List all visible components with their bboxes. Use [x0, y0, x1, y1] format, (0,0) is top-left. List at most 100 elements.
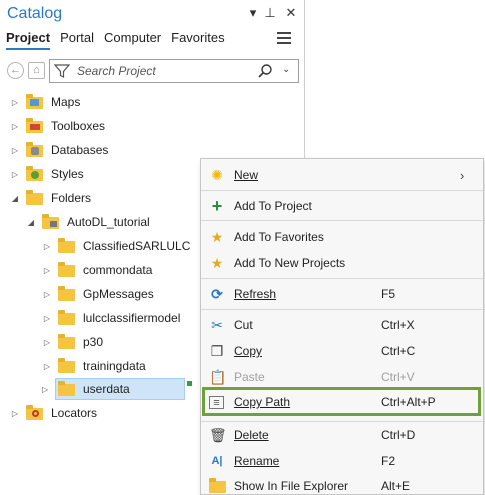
folder-icon [26, 190, 43, 205]
menu-item-cut[interactable]: ✂ Cut Ctrl+X [201, 313, 483, 337]
menu-item-show-in-file-explorer[interactable]: Show In File Explorer Alt+E [201, 474, 483, 495]
menu-item-label: Add To New Projects [234, 256, 346, 270]
tree-item-trainingdata[interactable]: ▷ trainingdata [42, 355, 146, 377]
expand-arrow-icon[interactable]: ▷ [10, 146, 20, 155]
menu-item-add-to-project[interactable]: + Add To Project [201, 194, 483, 218]
styles-folder-icon [26, 166, 43, 181]
menu-item-copy-path[interactable]: ≡ Copy Path Ctrl+Alt+P [201, 390, 483, 414]
tab-portal[interactable]: Portal [60, 30, 94, 50]
menu-separator [201, 421, 483, 422]
menu-item-refresh[interactable]: ⟳ Refresh F5 [201, 282, 483, 306]
expand-arrow-icon[interactable]: ▷ [42, 242, 52, 251]
home-folder-icon [42, 214, 59, 229]
tree-item-maps[interactable]: ▷ Maps [10, 91, 80, 113]
collapse-arrow-icon[interactable]: ◢ [10, 194, 20, 203]
menu-item-shortcut: Alt+E [381, 479, 411, 493]
copy-path-icon: ≡ [209, 396, 224, 409]
locators-folder-icon [26, 405, 43, 420]
paste-icon: 📋 [209, 369, 227, 385]
tree-arrow-holder: ▷ [42, 378, 48, 400]
back-arrow-icon[interactable]: ← [7, 62, 24, 79]
tree-item-folders[interactable]: ◢ Folders [10, 187, 91, 209]
search-icon[interactable] [257, 63, 273, 79]
folder-icon [58, 334, 75, 349]
tree-item-label: commondata [83, 263, 153, 277]
menu-item-label: Paste [234, 370, 265, 384]
tab-bar: Project Portal Computer Favorites [6, 30, 225, 50]
file-explorer-icon [209, 478, 226, 494]
tree-item-label: p30 [83, 335, 104, 349]
star-icon: ★ [210, 229, 224, 245]
tree-item-label: Styles [51, 167, 84, 181]
expand-arrow-icon[interactable]: ▷ [42, 290, 52, 299]
menu-item-label: Add To Favorites [234, 230, 324, 244]
menu-item-label: New [234, 168, 259, 182]
pin-icon[interactable]: ⊥ [263, 5, 277, 21]
folder-icon [58, 262, 75, 277]
rename-icon: A| [211, 455, 223, 467]
tree-item-label: Folders [51, 191, 92, 205]
tree-item-styles[interactable]: ▷ Styles [10, 163, 84, 185]
expand-arrow-icon[interactable]: ▷ [10, 409, 20, 418]
menu-item-paste[interactable]: 📋 Paste Ctrl+V [201, 365, 483, 389]
menu-item-shortcut: Ctrl+Alt+P [381, 395, 436, 409]
tab-favorites[interactable]: Favorites [171, 30, 224, 50]
tab-project[interactable]: Project [6, 30, 51, 50]
search-input[interactable] [77, 63, 247, 79]
menu-item-shortcut: Ctrl+D [381, 428, 416, 442]
folder-icon [58, 286, 75, 301]
menu-item-label: Show In File Explorer [234, 479, 349, 493]
expand-arrow-icon[interactable]: ▷ [10, 98, 20, 107]
menu-item-label: Cut [234, 318, 253, 332]
menu-item-shortcut: F5 [381, 287, 396, 301]
up-folder-icon[interactable]: ⌂ [28, 62, 45, 79]
search-box: ⌄ [49, 59, 299, 83]
chevron-right-icon: › [460, 167, 465, 183]
expand-arrow-icon[interactable]: ▷ [42, 338, 52, 347]
tree-item-label: Maps [51, 95, 81, 109]
collapse-arrow-icon[interactable]: ◢ [26, 218, 36, 227]
tree-item-lulcclassifiermodel[interactable]: ▷ lulcclassifiermodel [42, 307, 180, 329]
tree-item-locators[interactable]: ▷ Locators [10, 402, 97, 424]
menu-item-copy[interactable]: ❐ Copy Ctrl+C [201, 339, 483, 363]
close-icon[interactable]: ✕ [284, 5, 298, 21]
expand-arrow-icon[interactable]: ▷ [42, 314, 52, 323]
menu-item-add-to-favorites[interactable]: ★ Add To Favorites [201, 225, 483, 249]
tree-item-p30[interactable]: ▷ p30 [42, 331, 103, 353]
delete-icon: 🗑 [209, 427, 227, 443]
pane-title: Catalog [7, 5, 63, 22]
expand-arrow-icon[interactable]: ▷ [42, 266, 52, 275]
menu-item-shortcut: Ctrl+X [381, 318, 415, 332]
toolbox-folder-icon [26, 118, 43, 133]
search-options-chevron-icon[interactable]: ⌄ [282, 64, 290, 75]
tab-computer[interactable]: Computer [104, 30, 161, 50]
menu-item-label: Copy [234, 344, 263, 358]
expand-arrow-icon[interactable]: ▷ [10, 122, 20, 131]
tree-item-databases[interactable]: ▷ Databases [10, 139, 108, 161]
tree-item-classifiedsarlulc[interactable]: ▷ ClassifiedSARLULC [42, 235, 190, 257]
tree-item-userdata[interactable]: userdata [55, 378, 185, 400]
tree-item-commondata[interactable]: ▷ commondata [42, 259, 152, 281]
menu-separator [201, 220, 483, 221]
hamburger-menu-icon[interactable] [277, 32, 291, 44]
menu-item-delete[interactable]: 🗑 Delete Ctrl+D [201, 423, 483, 447]
copy-icon: ❐ [210, 343, 224, 359]
filter-funnel-icon[interactable] [54, 63, 70, 79]
tree-item-label: Toolboxes [51, 119, 106, 133]
menu-item-label: Rename [234, 454, 280, 468]
menu-item-new[interactable]: ✺ New › [201, 163, 483, 187]
expand-arrow-icon[interactable]: ▷ [10, 170, 20, 179]
tree-item-toolboxes[interactable]: ▷ Toolboxes [10, 115, 105, 137]
tree-item-label: ClassifiedSARLULC [83, 239, 191, 253]
menu-separator [201, 309, 483, 310]
search-bar: ← ⌂ ⌄ [5, 58, 299, 84]
chevron-down-icon[interactable]: ▾ [246, 5, 260, 21]
tree-item-autodl-tutorial[interactable]: ◢ AutoDL_tutorial [26, 211, 150, 233]
menu-item-rename[interactable]: A| Rename F2 [201, 449, 483, 473]
expand-arrow-icon[interactable]: ▷ [42, 385, 48, 394]
menu-item-label: Add To Project [234, 199, 312, 213]
tree-item-gpmessages[interactable]: ▷ GpMessages [42, 283, 154, 305]
menu-item-add-to-new-projects[interactable]: ★ Add To New Projects [201, 251, 483, 275]
expand-arrow-icon[interactable]: ▷ [42, 362, 52, 371]
menu-item-label: Copy Path [234, 395, 291, 409]
